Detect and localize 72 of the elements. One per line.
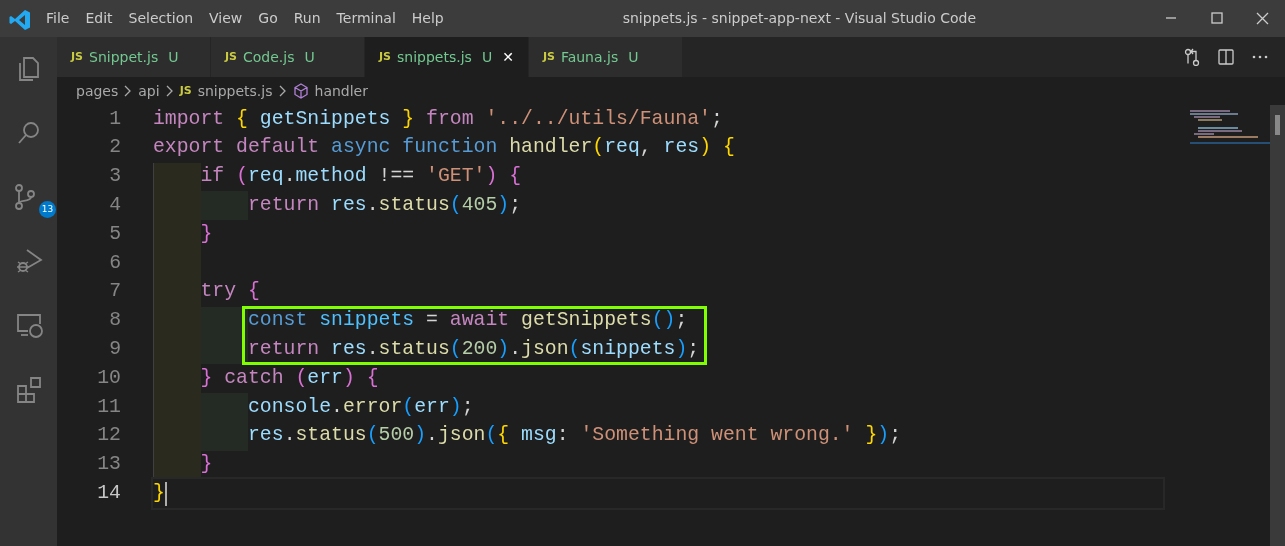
window-title: snippets.js - snippet-app-next - Visual Studio Code [621, 9, 977, 28]
line-number: 12 [96, 423, 121, 449]
menu-item[interactable]: Run [285, 0, 329, 37]
indent-guide [153, 162, 201, 192]
menu-item[interactable]: Go [250, 0, 286, 37]
line-number: 13 [96, 452, 121, 478]
line-number: 3 [108, 164, 121, 190]
status-letter: U [481, 47, 493, 67]
breadcrumb-item[interactable]: handler [314, 80, 368, 102]
cube-icon [292, 83, 309, 99]
menu-item[interactable]: Terminal [328, 0, 404, 37]
menu-item[interactable]: Edit [77, 0, 121, 37]
file-type-icon: JS [179, 82, 192, 100]
line-number: 11 [96, 394, 121, 420]
breadcrumb-item[interactable]: pages [76, 80, 119, 102]
code-line: const snippets = await getSnippets(); [248, 308, 688, 334]
code-line: return res.status(200).json(snippets); [248, 336, 700, 362]
badge-count: 13 [39, 201, 56, 218]
editor-tab[interactable]: JS Code.js U [211, 37, 365, 77]
status-letter: U [628, 47, 639, 67]
line-number: 1 [108, 106, 121, 132]
menu-item[interactable]: View [201, 0, 251, 37]
code-line: try { [200, 279, 260, 305]
remote-monitor-icon[interactable] [14, 311, 43, 339]
menu-item[interactable]: File [38, 0, 78, 37]
line-number: 2 [108, 135, 121, 161]
compare-changes-icon[interactable] [1183, 48, 1201, 66]
run-debug-icon[interactable] [14, 247, 43, 275]
status-letter: U [168, 47, 179, 67]
code-line: import { getSnippets } from '../../utils/Fauna'; [153, 106, 723, 132]
line-number: 6 [108, 250, 121, 276]
chevron-icon [165, 85, 174, 97]
tab-label: Fauna.js [560, 47, 619, 67]
line-number: 5 [108, 221, 121, 247]
menu-item[interactable]: Selection [120, 0, 202, 37]
line-number: 4 [108, 192, 121, 218]
menu-item[interactable]: Help [403, 0, 452, 37]
code-line: } [153, 479, 1163, 509]
file-type-icon: JS [225, 48, 237, 66]
line-number: 10 [96, 365, 121, 391]
close-tab-button[interactable]: ✕ [502, 46, 514, 68]
chevron-icon [278, 85, 287, 97]
status-letter: U [304, 47, 315, 67]
file-type-icon: JS [379, 48, 391, 66]
tab-label: snippets.js [397, 47, 472, 67]
code-line: export default async function handler(req, res) { [153, 135, 735, 161]
code-line: } catch (err) { [200, 365, 379, 391]
scrollbar[interactable] [1270, 105, 1285, 546]
line-number: 7 [108, 279, 121, 305]
code-line: } [200, 221, 213, 247]
code-line: console.error(err); [248, 394, 474, 420]
editor-tab[interactable]: JS Fauna.js U [528, 37, 683, 77]
file-type-icon: JS [71, 48, 83, 66]
logo-icon [8, 7, 30, 30]
code-line: return res.status(405); [248, 192, 522, 218]
editor-tab[interactable]: JS snippets.js U ✕ [365, 37, 529, 77]
tab-label: Snippet.js [89, 47, 159, 67]
code-line: res.status(500).json({ msg: 'Something went wrong.' }); [248, 423, 901, 449]
branch-icon[interactable] [13, 183, 35, 211]
chevron-icon [124, 85, 133, 97]
split-editor-icon[interactable] [1217, 48, 1235, 66]
code-line: } [200, 452, 213, 478]
line-number: 9 [108, 336, 121, 362]
editor-tab[interactable]: JS Snippet.js U [57, 37, 211, 77]
line-number: 14 [96, 480, 121, 506]
breadcrumb-item[interactable]: api [138, 80, 160, 102]
tab-label: Code.js [243, 47, 295, 67]
file-type-icon: JS [542, 48, 555, 66]
code-line: if (req.method !== 'GET') { [200, 164, 522, 190]
line-number: 8 [108, 308, 121, 334]
breadcrumb-item[interactable]: snippets.js [197, 80, 273, 102]
extensions-icon[interactable] [14, 375, 43, 403]
